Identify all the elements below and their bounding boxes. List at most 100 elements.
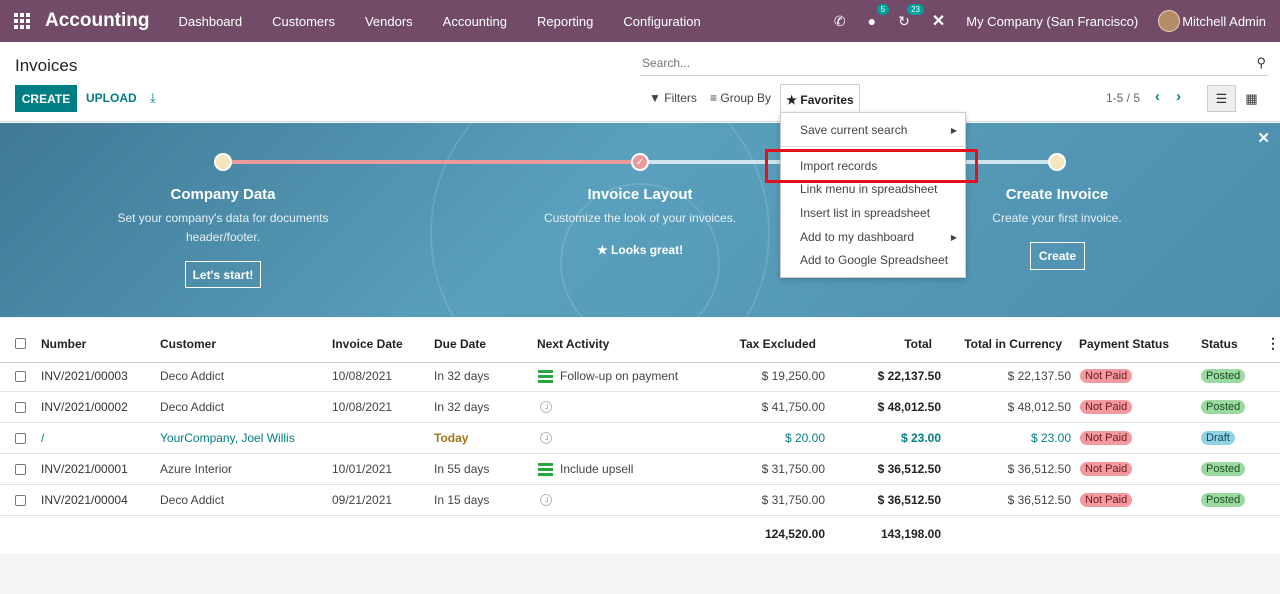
table-row[interactable]: INV/2021/00004 Deco Addict 09/21/2021 In…: [0, 485, 1280, 516]
cell-activity[interactable]: Follow-up on payment: [538, 361, 678, 391]
payment-status-badge: Not Paid: [1080, 369, 1133, 383]
highlight-annotation: [765, 149, 978, 183]
clock-icon: [540, 494, 552, 506]
activities-badge: 23: [907, 3, 924, 15]
pager-previous-icon[interactable]: ‹: [1155, 88, 1160, 105]
search-input[interactable]: [640, 52, 1230, 74]
group-by-button[interactable]: ≡ Group By: [710, 91, 771, 105]
menu-configuration[interactable]: Configuration: [608, 14, 715, 29]
row-checkbox[interactable]: [15, 454, 26, 484]
step-done-label: ★ Looks great!: [540, 243, 740, 257]
row-checkbox[interactable]: [15, 361, 26, 391]
cell-total: $ 23.00: [900, 431, 941, 445]
company-switcher[interactable]: My Company (San Francisco): [966, 14, 1138, 29]
menu-customers[interactable]: Customers: [257, 14, 350, 29]
activities-icon[interactable]: ↻ 23: [898, 3, 924, 30]
pager-next-icon[interactable]: ›: [1176, 88, 1181, 105]
banner-close-icon[interactable]: ✕: [1257, 129, 1270, 147]
cell-activity[interactable]: [540, 485, 552, 515]
pager-value[interactable]: 1-5 / 5: [1106, 91, 1140, 105]
cell-activity[interactable]: Include upsell: [538, 454, 633, 484]
messages-icon[interactable]: ● 5: [868, 4, 890, 29]
row-checkbox[interactable]: [15, 392, 26, 422]
cell-invoice-date: 09/21/2021: [332, 493, 393, 507]
search-icon[interactable]: ⚲: [1256, 55, 1266, 71]
kanban-view-icon[interactable]: ▦: [1237, 85, 1266, 112]
cell-activity[interactable]: [540, 423, 552, 453]
lets-start-button[interactable]: Let's start!: [185, 261, 261, 288]
cell-total-currency: $ 36,512.50: [1007, 493, 1071, 507]
cell-total: $ 48,012.50: [877, 400, 941, 414]
col-tax-excluded[interactable]: Tax Excluded: [700, 325, 816, 362]
col-invoice-date[interactable]: Invoice Date: [332, 325, 403, 362]
list-view-icon[interactable]: ☰: [1207, 85, 1236, 112]
download-icon[interactable]: ⤓: [150, 90, 156, 106]
select-all-checkbox[interactable]: [15, 325, 26, 362]
dropdown-divider: [781, 146, 965, 147]
table-row[interactable]: INV/2021/00002 Deco Addict 10/08/2021 In…: [0, 392, 1280, 423]
col-next-activity[interactable]: Next Activity: [537, 325, 609, 362]
messages-badge: 5: [876, 4, 890, 15]
cell-due-date: In 32 days: [434, 400, 490, 414]
status-badge: Posted: [1201, 400, 1246, 414]
table-row[interactable]: / YourCompany, Joel Willis Today $ 20.00…: [0, 423, 1280, 454]
col-due-date[interactable]: Due Date: [434, 325, 486, 362]
payment-status-badge: Not Paid: [1080, 462, 1133, 476]
cell-payment-status: Not Paid: [1080, 485, 1133, 515]
col-customer[interactable]: Customer: [160, 325, 216, 362]
cell-due-date: In 15 days: [434, 493, 490, 507]
col-status[interactable]: Status: [1201, 325, 1238, 362]
filters-button[interactable]: ▼ Filters: [649, 91, 697, 105]
favorites-button[interactable]: ★ Favorites: [780, 84, 860, 114]
user-menu[interactable]: Mitchell Admin: [1182, 14, 1266, 29]
row-checkbox[interactable]: [15, 423, 26, 453]
create-button[interactable]: CREATE: [15, 85, 77, 112]
menu-accounting[interactable]: Accounting: [428, 14, 522, 29]
favorites-dropdown: Save current search ▶ Import records Lin…: [780, 112, 966, 278]
clock-icon: [540, 401, 552, 413]
onboarding-banner: ✕ ✓ Company Data Set your company's data…: [0, 123, 1280, 317]
step-done-check-icon: ✓: [631, 153, 649, 171]
cell-invoice-date: 10/01/2021: [332, 462, 393, 476]
create-invoice-button[interactable]: Create: [1030, 242, 1085, 270]
menu-dashboard[interactable]: Dashboard: [164, 14, 258, 29]
menu-item-add-to-dashboard[interactable]: Add to my dashboard: [800, 230, 914, 244]
cell-total-currency: $ 22,137.50: [1007, 369, 1071, 383]
menu-item-add-google-spreadsheet[interactable]: Add to Google Spreadsheet: [800, 253, 948, 267]
cell-total-currency: $ 23.00: [1030, 431, 1071, 445]
apps-grid-icon[interactable]: [14, 13, 32, 29]
debug-tools-icon[interactable]: ✕: [932, 11, 945, 31]
table-row[interactable]: INV/2021/00001 Azure Interior 10/01/2021…: [0, 454, 1280, 485]
menu-item-link-menu-spreadsheet[interactable]: Link menu in spreadsheet: [800, 182, 937, 196]
col-number[interactable]: Number: [41, 325, 86, 362]
cell-status: Posted: [1201, 485, 1246, 515]
table-row[interactable]: INV/2021/00003 Deco Addict 10/08/2021 In…: [0, 361, 1280, 392]
cell-tax-excluded: $ 31,750.00: [761, 493, 825, 507]
page-title: Invoices: [15, 56, 78, 75]
col-total-currency[interactable]: Total in Currency: [950, 325, 1062, 362]
cell-activity[interactable]: [540, 392, 552, 422]
col-total[interactable]: Total: [840, 325, 932, 362]
menu-reporting[interactable]: Reporting: [522, 14, 608, 29]
activity-label: Follow-up on payment: [560, 369, 679, 383]
payment-status-badge: Not Paid: [1080, 400, 1133, 414]
cell-customer: Deco Addict: [160, 493, 225, 507]
cell-tax-excluded: $ 20.00: [784, 431, 825, 445]
phone-icon[interactable]: ✆: [834, 13, 846, 30]
user-avatar[interactable]: [1158, 10, 1181, 32]
optional-columns-icon[interactable]: ⋮: [1266, 325, 1280, 362]
row-checkbox[interactable]: [15, 485, 26, 515]
cell-status: Posted: [1201, 392, 1246, 422]
cell-customer: YourCompany, Joel Willis: [160, 431, 295, 445]
menu-item-save-current-search[interactable]: Save current search: [800, 123, 907, 137]
upload-button[interactable]: UPLOAD: [86, 91, 137, 105]
col-payment-status[interactable]: Payment Status: [1079, 325, 1169, 362]
cell-status: Draft: [1201, 423, 1235, 453]
menu-item-insert-list-spreadsheet[interactable]: Insert list in spreadsheet: [800, 206, 930, 220]
menu-vendors[interactable]: Vendors: [350, 14, 428, 29]
cell-number: INV/2021/00002: [41, 400, 128, 414]
step-title-invoice-layout: Invoice Layout: [587, 186, 693, 203]
progress-line-done: [232, 160, 632, 164]
cell-payment-status: Not Paid: [1080, 423, 1133, 453]
app-brand[interactable]: Accounting: [45, 10, 150, 32]
